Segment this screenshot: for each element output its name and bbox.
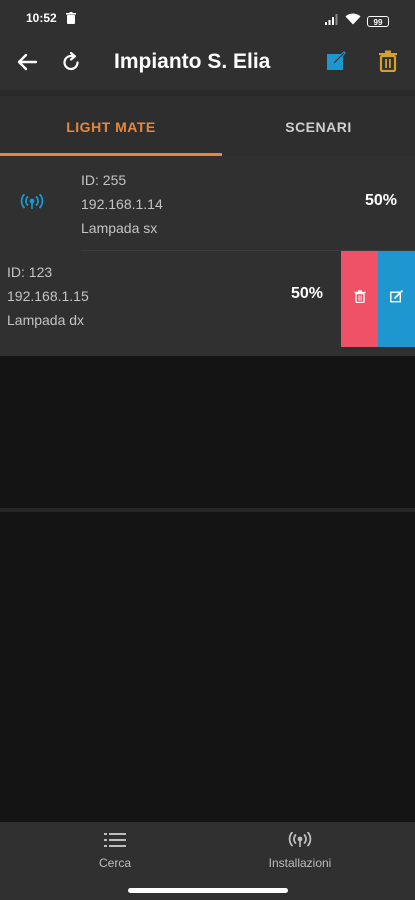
page-title: Impianto S. Elia — [114, 50, 271, 73]
device-level: 50% — [291, 285, 324, 302]
tab-scenari[interactable]: SCENARI — [222, 96, 415, 156]
device-info: ID: 255 192.168.1.14 Lampada sx — [81, 168, 163, 240]
tab-light-mate[interactable]: LIGHT MATE — [0, 96, 222, 156]
trash-icon[interactable] — [378, 50, 398, 77]
broadcast-icon — [20, 193, 44, 215]
device-name: Lampada sx — [81, 220, 158, 236]
list-icon — [104, 833, 126, 852]
wifi-icon — [345, 12, 361, 30]
swipe-delete-button[interactable] — [341, 251, 378, 347]
device-id: ID: 123 — [7, 264, 53, 280]
trash-icon — [354, 290, 366, 308]
nav-label: Installazioni — [268, 856, 332, 870]
back-arrow-icon[interactable] — [16, 51, 38, 78]
device-ip: 192.168.1.15 — [7, 288, 89, 304]
edit-icon — [390, 290, 403, 308]
signal-icon — [325, 12, 339, 30]
status-bar: 10:52 99 — [0, 0, 415, 36]
device-id: ID: 255 — [81, 172, 127, 188]
app-bar: Impianto S. Elia — [0, 36, 415, 90]
status-time: 10:52 — [26, 11, 57, 25]
device-list: ID: 255 192.168.1.14 Lampada sx 50% ID: … — [0, 156, 415, 512]
device-name: Lampada dx — [7, 312, 85, 328]
battery-indicator: 99 — [367, 15, 389, 27]
antenna-icon — [288, 831, 312, 852]
swipe-edit-button[interactable] — [378, 251, 415, 347]
list-item[interactable]: ID: 123 192.168.1.15 Lampada dx 50% — [0, 251, 415, 347]
refresh-icon[interactable] — [60, 51, 82, 78]
device-info: ID: 123 192.168.1.15 Lampada dx — [7, 260, 89, 332]
nav-label: Cerca — [98, 856, 131, 870]
nav-item-installazioni[interactable]: Installazioni — [245, 831, 355, 870]
tab-bar: LIGHT MATE SCENARI — [0, 96, 415, 156]
device-ip: 192.168.1.14 — [81, 196, 163, 212]
home-indicator[interactable] — [128, 888, 288, 893]
list-item[interactable]: ID: 255 192.168.1.14 Lampada sx 50% — [0, 156, 415, 250]
status-icons: 99 — [325, 12, 389, 30]
edit-icon[interactable] — [326, 51, 346, 76]
notification-trash-icon — [66, 11, 76, 29]
list-bottom-border — [0, 508, 415, 512]
nav-item-cerca[interactable]: Cerca — [60, 832, 170, 870]
device-level: 50% — [364, 192, 397, 209]
